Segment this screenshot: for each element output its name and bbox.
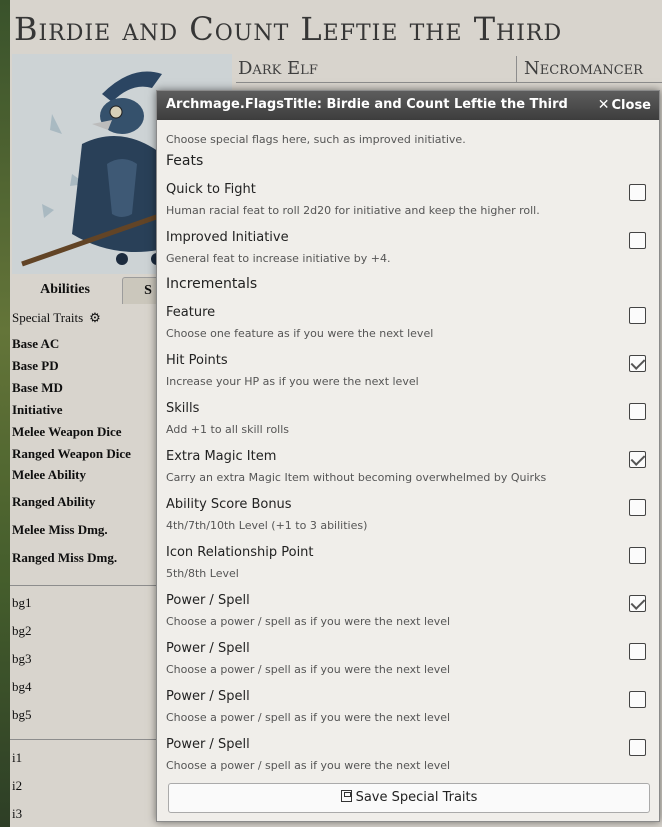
save-icon <box>340 790 352 802</box>
flag-hint: 4th/7th/10th Level (+1 to 3 abilities) <box>166 519 368 532</box>
close-icon: ✕ <box>597 97 610 113</box>
flag-hint: Choose a power / spell as if you were th… <box>166 759 451 772</box>
flag-checkbox[interactable] <box>629 184 646 201</box>
flag-label: Hit Points <box>166 353 228 368</box>
flag-hint: Add +1 to all skill rolls <box>166 423 290 436</box>
flag-checkbox[interactable] <box>629 499 646 516</box>
flag-label: Quick to Fight <box>166 182 256 197</box>
flag-label: Icon Relationship Point <box>166 545 314 560</box>
flag-checkbox[interactable] <box>629 232 646 249</box>
section-heading: Feats <box>166 153 204 169</box>
flag-hint: Carry an extra Magic Item without becomi… <box>166 471 547 484</box>
flag-checkbox[interactable] <box>629 451 646 468</box>
close-label: Close <box>611 98 651 113</box>
flag-label: Improved Initiative <box>166 230 289 245</box>
section-heading: Incrementals <box>166 276 258 292</box>
flag-checkbox[interactable] <box>629 643 646 660</box>
flag-label: Power / Spell <box>166 593 250 608</box>
flag-checkbox[interactable] <box>629 739 646 756</box>
flag-checkbox[interactable] <box>629 403 646 420</box>
flag-hint: Choose a power / spell as if you were th… <box>166 663 451 676</box>
flag-label: Power / Spell <box>166 737 250 752</box>
flag-hint: Choose a power / spell as if you were th… <box>166 615 451 628</box>
flag-hint: Human racial feat to roll 2d20 for initi… <box>166 204 540 217</box>
flag-checkbox[interactable] <box>629 355 646 372</box>
flag-checkbox[interactable] <box>629 307 646 324</box>
special-traits-dialog: Archmage.FlagsTitle: Birdie and Count Le… <box>156 90 660 822</box>
save-label: Save Special Traits <box>355 790 478 805</box>
flag-label: Skills <box>166 401 200 416</box>
dialog-header[interactable]: Archmage.FlagsTitle: Birdie and Count Le… <box>157 91 659 120</box>
close-button[interactable]: ✕ Close <box>598 97 651 113</box>
flag-hint: Choose one feature as if you were the ne… <box>166 327 434 340</box>
flag-label: Power / Spell <box>166 689 250 704</box>
flag-checkbox[interactable] <box>629 595 646 612</box>
save-special-traits-button[interactable]: Save Special Traits <box>168 783 650 813</box>
dialog-body: Choose special flags here, such as impro… <box>157 120 659 820</box>
flag-hint: Increase your HP as if you were the next… <box>166 375 419 388</box>
flag-hint: Choose a power / spell as if you were th… <box>166 711 451 724</box>
flag-checkbox[interactable] <box>629 547 646 564</box>
flag-label: Ability Score Bonus <box>166 497 292 512</box>
flag-checkbox[interactable] <box>629 691 646 708</box>
flag-label: Extra Magic Item <box>166 449 277 464</box>
flag-label: Feature <box>166 305 216 320</box>
dialog-title: Archmage.FlagsTitle: Birdie and Count Le… <box>166 97 568 112</box>
dialog-intro: Choose special flags here, such as impro… <box>166 133 466 146</box>
flag-hint: 5th/8th Level <box>166 567 239 580</box>
flag-hint: General feat to increase initiative by +… <box>166 252 391 265</box>
flag-label: Power / Spell <box>166 641 250 656</box>
